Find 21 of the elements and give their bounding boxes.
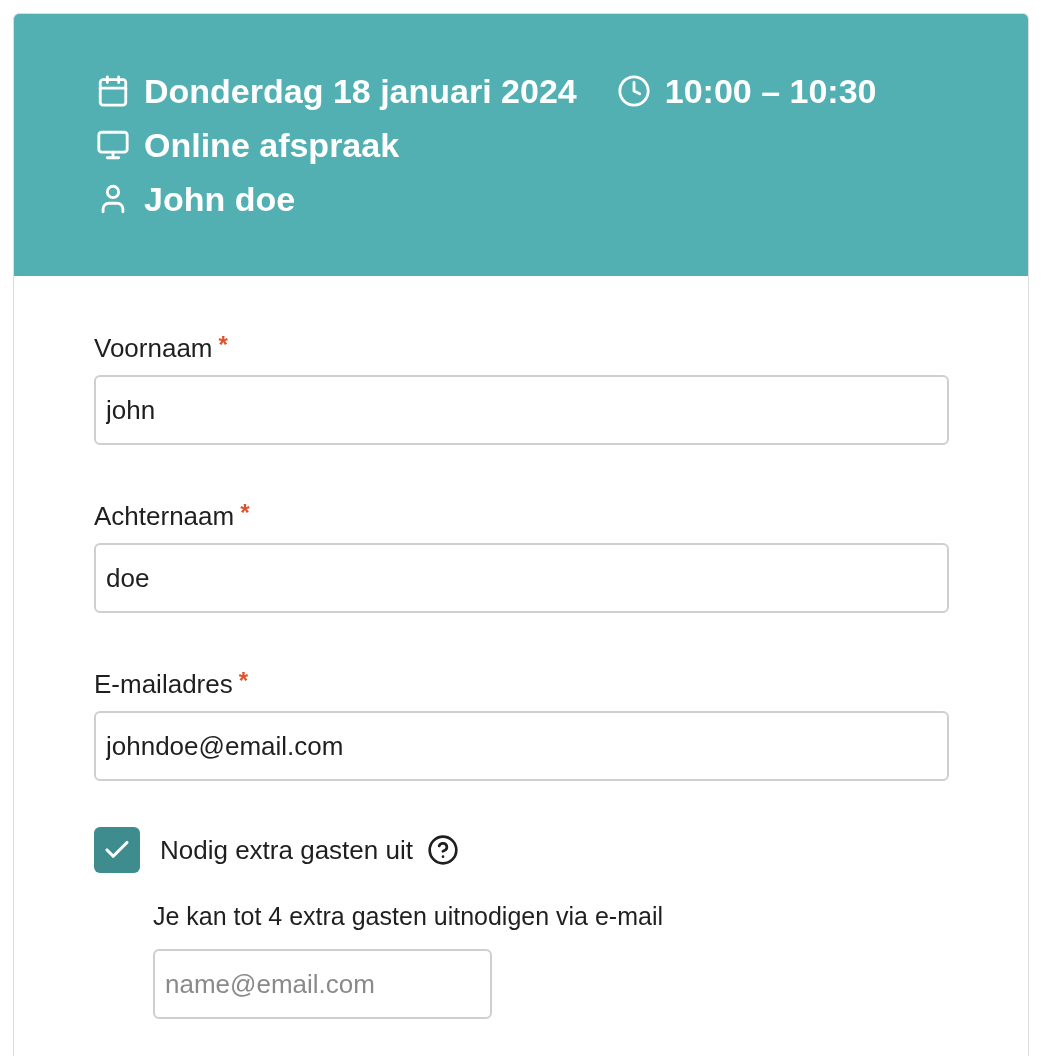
text-field[interactable]: johndoe@email.com [94,711,949,781]
guest-email-field[interactable]: name@email.com [153,949,492,1019]
field-label: Achternaam [94,501,235,531]
appointment-detail: 10:00 – 10:30 [664,71,877,111]
field-label: E-mailadres [94,669,233,699]
monitor-icon [96,128,130,162]
required-mark: * [238,669,249,693]
appointment-detail: John doe [144,179,296,219]
help-icon[interactable] [426,834,459,866]
field-label: Voornaam [94,333,213,363]
appointment-detail: Online afspraak [144,125,400,165]
text-field[interactable]: john [94,375,949,445]
checkbox-label: Nodig extra gasten uit [160,835,413,865]
text-field[interactable]: doe [94,543,949,613]
calendar-icon [96,74,130,108]
hint-text: Je kan tot 4 extra gasten uitnodigen via e-mail [153,901,665,931]
appointment-detail: Donderdag 18 januari 2024 [144,71,577,111]
checkbox[interactable] [94,827,140,873]
clock-icon [616,74,651,108]
required-mark: * [218,333,228,357]
required-mark: * [240,501,250,525]
